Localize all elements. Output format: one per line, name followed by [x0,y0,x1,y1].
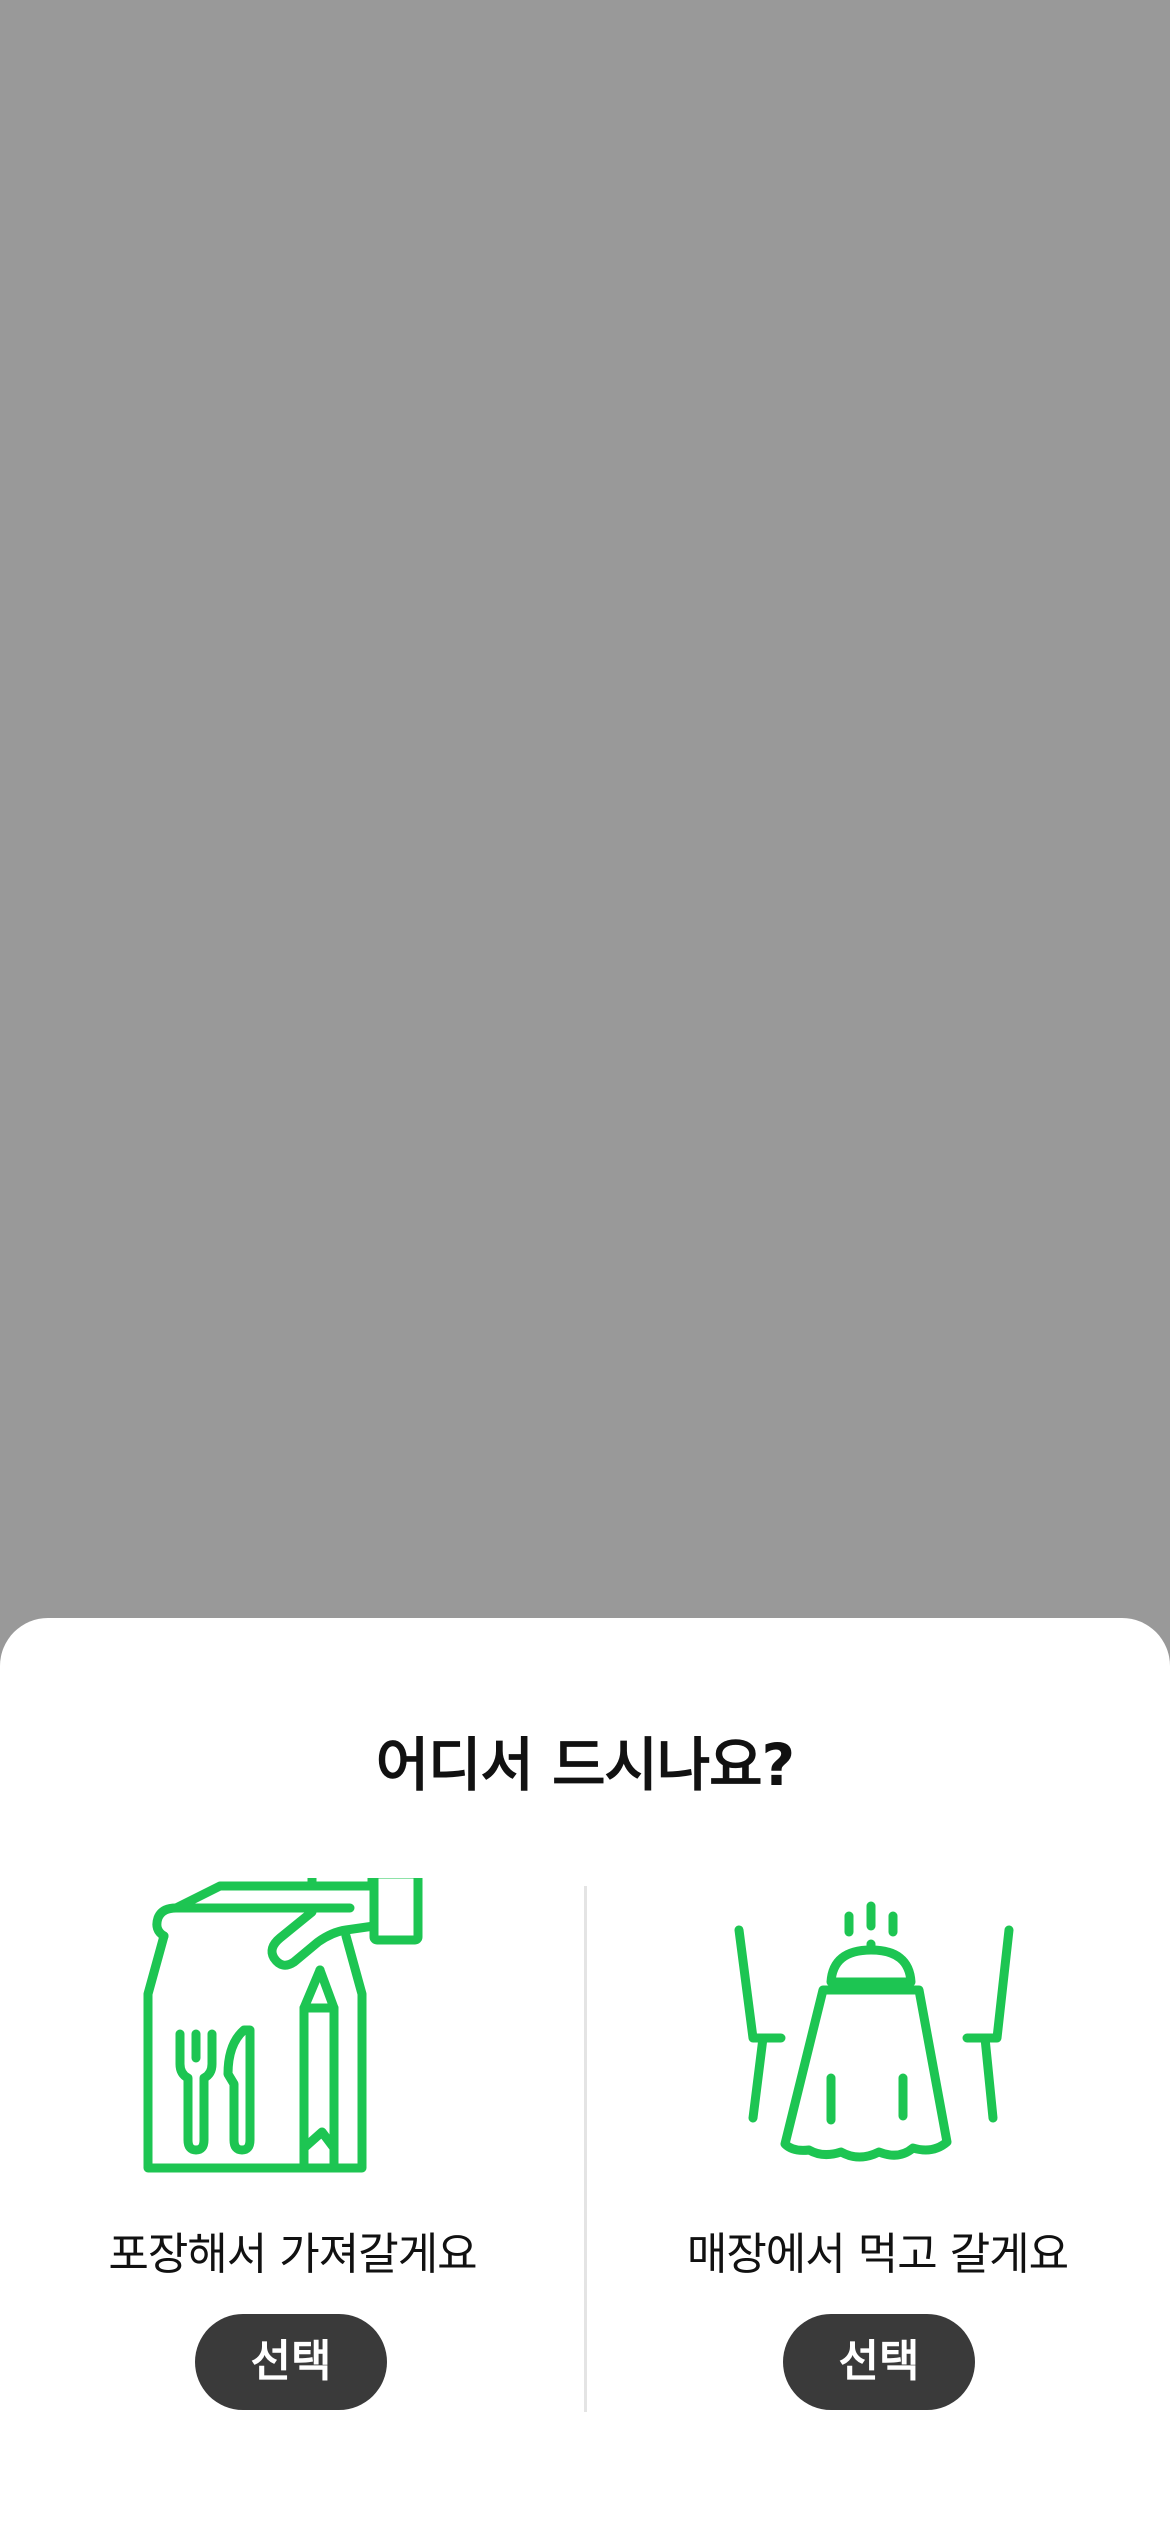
takeout-bag-icon [143,1878,423,2173]
takeout-select-button[interactable]: 선택 [195,2314,387,2410]
takeout-option[interactable]: 포장해서 가져갈게요 선택 [0,1878,585,2438]
takeout-option-label: 포장해서 가져갈게요 [108,2229,477,2280]
screen: 어디서 드시나요? 포장해서 가져갈게요 선택 매장에서 먹고 갈게요 선택 [0,0,1170,2532]
sheet-title: 어디서 드시나요? [375,1731,795,1799]
dine-in-table-icon [734,1901,1014,2162]
dine-in-option[interactable]: 매장에서 먹고 갈게요 선택 [585,1878,1170,2438]
dine-in-option-label: 매장에서 먹고 갈게요 [686,2229,1069,2280]
dine-in-select-button[interactable]: 선택 [783,2314,975,2410]
bottom-sheet: 어디서 드시나요? 포장해서 가져갈게요 선택 매장에서 먹고 갈게요 선택 [0,1618,1170,2532]
